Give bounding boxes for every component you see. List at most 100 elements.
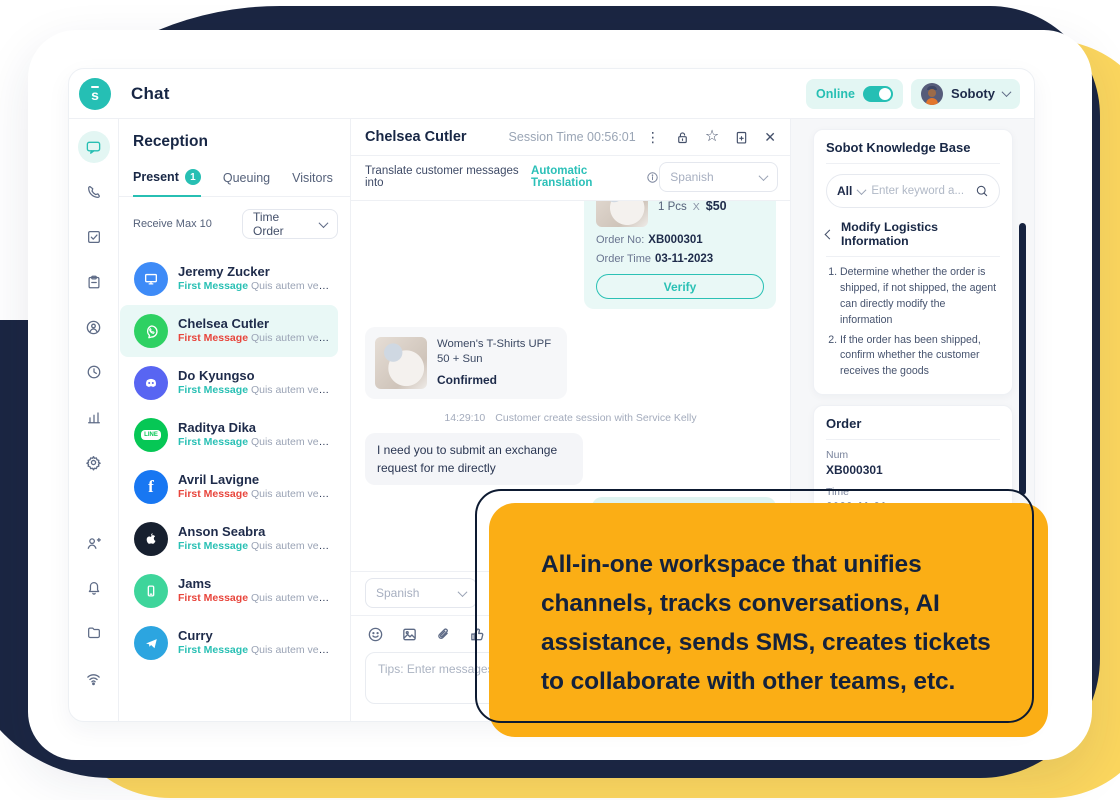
list-item-jams[interactable]: Jams First Message Quis autem vel eum iu…: [120, 565, 338, 617]
online-label: Online: [816, 87, 855, 101]
search-icon[interactable]: [975, 184, 989, 198]
product-title: Women's T-Shirts UPF 50 + Sun: [437, 337, 557, 368]
callout-text: All-in-one workspace that unifies channe…: [489, 539, 1048, 702]
info-icon[interactable]: [646, 171, 659, 184]
composer-language-select[interactable]: Spanish: [365, 578, 477, 608]
mobile-app-channel-icon: [134, 574, 168, 608]
like-icon[interactable]: [469, 626, 486, 643]
tab-present[interactable]: Present 1: [133, 161, 201, 197]
star-icon[interactable]: ☆: [705, 129, 719, 145]
chat-header: Chelsea Cutler Session Time 00:56:01 ⋮ ☆…: [351, 119, 790, 156]
present-count-badge: 1: [185, 169, 201, 185]
article-steps: Determine whether the order is shipped, …: [840, 265, 1000, 380]
screenshot-stage: s Chat Online Soboty: [0, 0, 1120, 800]
search-filter-select[interactable]: All: [837, 184, 852, 198]
chevron-down-icon: [759, 171, 769, 181]
list-item-anson-seabra[interactable]: Anson Seabra First Message Quis autem ve…: [120, 513, 338, 565]
order-num-value: XB000301: [826, 463, 1000, 477]
panel-scrollbar[interactable]: [1019, 223, 1026, 495]
session-time: Session Time 00:56:01: [509, 130, 636, 144]
nav-contacts-icon[interactable]: [78, 311, 110, 343]
product-image: [375, 337, 427, 389]
translate-language-select[interactable]: Spanish: [659, 162, 778, 192]
online-toggle[interactable]: [863, 86, 893, 102]
attachment-icon[interactable]: [435, 626, 452, 643]
knowledge-base-card: Sobot Knowledge Base All Modify Logistic…: [813, 129, 1013, 395]
reception-panel: Reception Present 1 Queuing Visitors Rec…: [119, 119, 351, 721]
system-message-text: Customer create session with Service Kel…: [495, 412, 696, 424]
lock-icon[interactable]: [675, 130, 690, 145]
callout-banner: All-in-one workspace that unifies channe…: [489, 503, 1048, 737]
order-info-title: Order: [826, 416, 1000, 440]
page-title: Chat: [131, 84, 170, 104]
nav-rail: [69, 119, 119, 721]
order-number: XB000301: [648, 234, 702, 246]
nav-network-icon[interactable]: [78, 662, 110, 694]
time-order-select[interactable]: Time Order: [242, 209, 338, 239]
image-icon[interactable]: [401, 626, 418, 643]
more-options-icon[interactable]: ⋮: [646, 130, 660, 144]
telegram-channel-icon: [134, 626, 168, 660]
list-item-curry[interactable]: Curry First Message Quis autem vel eum i…: [120, 617, 338, 669]
nav-chat-icon[interactable]: [78, 131, 110, 163]
list-item-chelsea-cutler[interactable]: Chelsea Cutler First Message Quis autem …: [120, 305, 338, 357]
back-icon[interactable]: [825, 229, 835, 239]
chevron-down-icon: [458, 587, 468, 597]
nav-settings-icon[interactable]: [78, 446, 110, 478]
system-message-time: 14:29:10: [444, 412, 485, 424]
nav-files-icon[interactable]: [78, 617, 110, 649]
translate-bar: Translate customer messages into Automat…: [351, 156, 790, 201]
nav-tasks-icon[interactable]: [78, 221, 110, 253]
first-message-tag: First Message: [178, 592, 248, 604]
list-item-avril-lavigne[interactable]: f Avril Lavigne First Message Quis autem…: [120, 461, 338, 513]
product-price: $50: [706, 201, 727, 213]
user-menu[interactable]: Soboty: [911, 79, 1020, 109]
line-channel-icon: LINE: [134, 418, 168, 452]
tab-queuing[interactable]: Queuing: [223, 163, 270, 195]
first-message-tag: First Message: [178, 436, 248, 448]
tab-visitors[interactable]: Visitors: [292, 163, 333, 195]
chevron-down-icon: [319, 218, 329, 228]
first-message-tag: First Message: [178, 280, 248, 292]
close-icon[interactable]: ✕: [764, 130, 776, 144]
contact-list: Jeremy Zucker First Message Quis autem v…: [119, 249, 350, 721]
search-input[interactable]: [871, 185, 969, 197]
file-add-icon[interactable]: [734, 130, 749, 145]
online-status-pill: Online: [806, 79, 903, 109]
sobot-logo: s: [79, 78, 111, 110]
emoji-icon[interactable]: [367, 626, 384, 643]
knowledge-base-title: Sobot Knowledge Base: [826, 140, 1000, 164]
automatic-translation-link[interactable]: Automatic Translation: [531, 165, 641, 189]
verify-button[interactable]: Verify: [596, 274, 764, 299]
nav-history-icon[interactable]: [78, 356, 110, 388]
nav-phone-icon[interactable]: [78, 176, 110, 208]
reception-controls: Receive Max 10 Time Order: [119, 197, 350, 249]
nav-clipboard-icon[interactable]: [78, 266, 110, 298]
list-item-jeremy-zucker[interactable]: Jeremy Zucker First Message Quis autem v…: [120, 253, 338, 305]
logo-letter: s: [91, 89, 99, 101]
first-message-tag: First Message: [178, 644, 248, 656]
first-message-tag: First Message: [178, 384, 248, 396]
list-item-raditya-dika[interactable]: LINE Raditya Dika First Message Quis aut…: [120, 409, 338, 461]
reception-title: Reception: [119, 119, 350, 161]
nav-notifications-icon[interactable]: [78, 572, 110, 604]
header-right: Online Soboty: [806, 79, 1020, 109]
web-channel-icon: [134, 262, 168, 296]
user-name: Soboty: [951, 86, 995, 101]
knowledge-article-header: Modify Logistics Information: [826, 220, 1000, 257]
first-message-tag: First Message: [178, 540, 248, 552]
discord-channel-icon: [134, 366, 168, 400]
list-item-do-kyungso[interactable]: Do Kyungso First Message Quis autem vel …: [120, 357, 338, 409]
article-step: If the order has been shipped, confirm w…: [840, 333, 1000, 381]
nav-add-agent-icon[interactable]: [78, 527, 110, 559]
nav-analytics-icon[interactable]: [78, 401, 110, 433]
first-message-tag: First Message: [178, 332, 248, 344]
knowledge-search: All: [826, 174, 1000, 208]
receive-max-label: Receive Max 10: [133, 218, 212, 230]
avatar: [921, 83, 943, 105]
reception-tabs: Present 1 Queuing Visitors: [119, 161, 350, 197]
order-time: 03-11-2023: [655, 253, 713, 265]
product-message-card: Women's T-Shirts UPF 50 + Sun Confirmed: [365, 327, 567, 399]
article-step: Determine whether the order is shipped, …: [840, 265, 1000, 329]
order-message-card: Sun 1 Pcs X $50 Order No:XB000301 Order …: [584, 201, 776, 309]
